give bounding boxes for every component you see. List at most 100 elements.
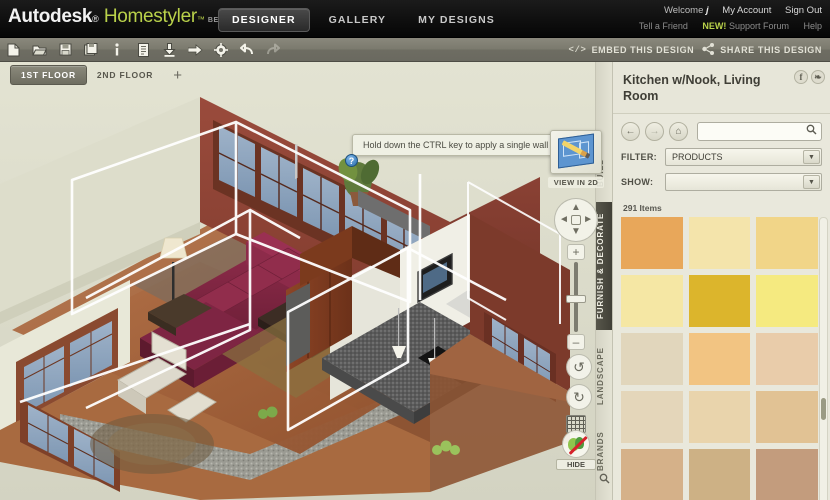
embed-label: EMBED THIS DESIGN bbox=[591, 44, 695, 55]
color-swatch[interactable] bbox=[756, 275, 818, 327]
view-in-2d-label: VIEW IN 2D bbox=[548, 177, 604, 188]
show-row: SHOW: ▼ bbox=[621, 173, 822, 191]
pan-up-icon[interactable]: ▲ bbox=[571, 203, 581, 213]
catalog-back-button[interactable]: ← bbox=[621, 122, 640, 141]
share-this-design-button[interactable]: SHARE THIS DESIGN bbox=[702, 42, 822, 57]
top-bar: Autodesk® Homestyler™ BETA DESIGNER GALL… bbox=[0, 0, 830, 38]
embed-code-icon: </> bbox=[568, 44, 587, 55]
hide-tree-icon bbox=[562, 430, 590, 458]
filter-select[interactable]: PRODUCTS ▼ bbox=[665, 148, 822, 166]
share-label: SHARE THIS DESIGN bbox=[720, 44, 822, 55]
add-floor-button[interactable]: + bbox=[163, 68, 193, 83]
catalog-search-submit-icon[interactable] bbox=[804, 124, 819, 139]
sign-out-link[interactable]: Sign Out bbox=[785, 5, 822, 16]
catalog-nav-row: ← → ⌂ bbox=[621, 122, 822, 141]
zoom-rotate-controls: + – ↺ ↻ bbox=[566, 244, 592, 433]
twitter-share-icon[interactable]: ❧ bbox=[811, 70, 825, 84]
catalog-search-wrap bbox=[697, 122, 822, 141]
catalog-scrollbar-thumb[interactable] bbox=[821, 398, 826, 420]
undo-icon[interactable] bbox=[234, 38, 260, 62]
catalog-forward-button[interactable]: → bbox=[645, 122, 664, 141]
catalog-controls: ← → ⌂ FILTER: PRODUCTS ▼ SHOW: ▼ bbox=[613, 114, 830, 197]
zoom-slider-handle[interactable] bbox=[566, 295, 586, 303]
toolbar-right-actions: </> EMBED THIS DESIGN SHARE THIS DESIGN bbox=[569, 42, 830, 57]
redo-icon[interactable] bbox=[260, 38, 286, 62]
my-account-link[interactable]: My Account bbox=[722, 5, 771, 16]
rotate-ccw-button[interactable]: ↺ bbox=[566, 354, 592, 380]
welcome-username: j bbox=[706, 5, 709, 16]
catalog-home-button[interactable]: ⌂ bbox=[669, 122, 688, 141]
catalog-search-icon[interactable] bbox=[598, 473, 611, 486]
vtab-landscape[interactable]: LANDSCAPE bbox=[596, 334, 613, 418]
zoom-in-button[interactable]: + bbox=[567, 244, 585, 260]
save-icon[interactable] bbox=[52, 38, 78, 62]
color-swatch[interactable] bbox=[688, 333, 751, 385]
properties-icon[interactable] bbox=[130, 38, 156, 62]
color-swatch[interactable] bbox=[688, 449, 751, 500]
share-icon bbox=[702, 42, 715, 57]
color-swatch[interactable] bbox=[756, 217, 818, 269]
color-swatch[interactable] bbox=[621, 217, 683, 269]
vtab-furnish-and-decorate[interactable]: FURNISH & DECORATE bbox=[596, 202, 613, 330]
color-swatch[interactable] bbox=[688, 391, 751, 443]
swatch-grid-wrap bbox=[613, 217, 830, 500]
editor-toolbar: </> EMBED THIS DESIGN SHARE THIS DESIGN bbox=[0, 38, 830, 62]
rotate-cw-button[interactable]: ↻ bbox=[566, 384, 592, 410]
brand-homestyler: Homestyler bbox=[103, 6, 197, 27]
filter-value: PRODUCTS bbox=[672, 152, 723, 162]
pan-center-icon[interactable] bbox=[571, 215, 581, 225]
item-count: 291 Items bbox=[623, 203, 662, 213]
nav-tab-my-designs[interactable]: MY DESIGNS bbox=[405, 9, 508, 31]
color-swatch[interactable] bbox=[621, 391, 683, 443]
color-swatch[interactable] bbox=[756, 391, 818, 443]
floor-tabs: 1ST FLOOR 2ND FLOOR + bbox=[10, 65, 193, 85]
facebook-share-icon[interactable]: f bbox=[794, 70, 808, 84]
swatch-grid bbox=[613, 217, 830, 500]
blueprint-thumbnail-icon bbox=[550, 130, 602, 174]
show-select[interactable]: ▼ bbox=[665, 173, 822, 191]
tell-a-friend-link[interactable]: Tell a Friend bbox=[639, 21, 688, 31]
color-swatch[interactable] bbox=[621, 275, 683, 327]
isometric-room-render bbox=[0, 62, 612, 500]
design-canvas-3d[interactable]: 1ST FLOOR 2ND FLOOR + Hold down the CTRL… bbox=[0, 62, 612, 500]
download-icon[interactable] bbox=[156, 38, 182, 62]
floor-tab-1st[interactable]: 1ST FLOOR bbox=[10, 65, 87, 85]
export-icon[interactable] bbox=[182, 38, 208, 62]
color-swatch[interactable] bbox=[688, 217, 751, 269]
help-link[interactable]: Help bbox=[803, 21, 822, 31]
show-label: SHOW: bbox=[621, 177, 654, 187]
hide-label: HIDE bbox=[556, 459, 596, 470]
new-document-icon[interactable] bbox=[0, 38, 26, 62]
brand-registered-mark: ® bbox=[92, 14, 99, 24]
catalog-title: Kitchen w/Nook, Living Room bbox=[623, 73, 761, 103]
support-new-badge: NEW! bbox=[702, 21, 727, 31]
floor-tab-2nd[interactable]: 2ND FLOOR bbox=[87, 66, 163, 84]
pan-down-icon[interactable]: ▼ bbox=[571, 227, 581, 237]
color-swatch[interactable] bbox=[688, 275, 751, 327]
catalog-scrollbar[interactable] bbox=[819, 217, 828, 500]
support-forum-link[interactable]: NEW! Support Forum bbox=[702, 21, 789, 31]
pan-right-icon[interactable]: ► bbox=[583, 215, 593, 225]
nav-tab-designer[interactable]: DESIGNER bbox=[218, 8, 310, 32]
pan-left-icon[interactable]: ◄ bbox=[559, 215, 569, 225]
color-swatch[interactable] bbox=[756, 449, 818, 500]
show-chevron-down-icon[interactable]: ▼ bbox=[803, 175, 820, 189]
brand-trademark-mark: ™ bbox=[196, 15, 205, 24]
color-swatch[interactable] bbox=[756, 333, 818, 385]
embed-this-design-button[interactable]: </> EMBED THIS DESIGN bbox=[569, 45, 695, 55]
nav-tab-gallery[interactable]: GALLERY bbox=[316, 9, 399, 31]
view-in-2d-button[interactable]: VIEW IN 2D bbox=[548, 130, 604, 188]
brand-logo[interactable]: Autodesk® Homestyler™ BETA bbox=[8, 6, 228, 28]
color-swatch[interactable] bbox=[621, 333, 683, 385]
pan-navigation-pad[interactable]: ▲ ▼ ◄ ► bbox=[554, 198, 598, 242]
save-as-icon[interactable] bbox=[78, 38, 104, 62]
info-icon[interactable] bbox=[104, 38, 130, 62]
help-badge-icon[interactable]: ? bbox=[345, 154, 358, 167]
open-folder-icon[interactable] bbox=[26, 38, 52, 62]
filter-chevron-down-icon[interactable]: ▼ bbox=[803, 150, 820, 164]
settings-gear-icon[interactable] bbox=[208, 38, 234, 62]
color-swatch[interactable] bbox=[621, 449, 683, 500]
catalog-panel-header: Kitchen w/Nook, Living Room f ❧ bbox=[613, 62, 830, 114]
zoom-out-button[interactable]: – bbox=[567, 334, 585, 350]
hide-landscape-button[interactable]: HIDE bbox=[556, 430, 596, 470]
